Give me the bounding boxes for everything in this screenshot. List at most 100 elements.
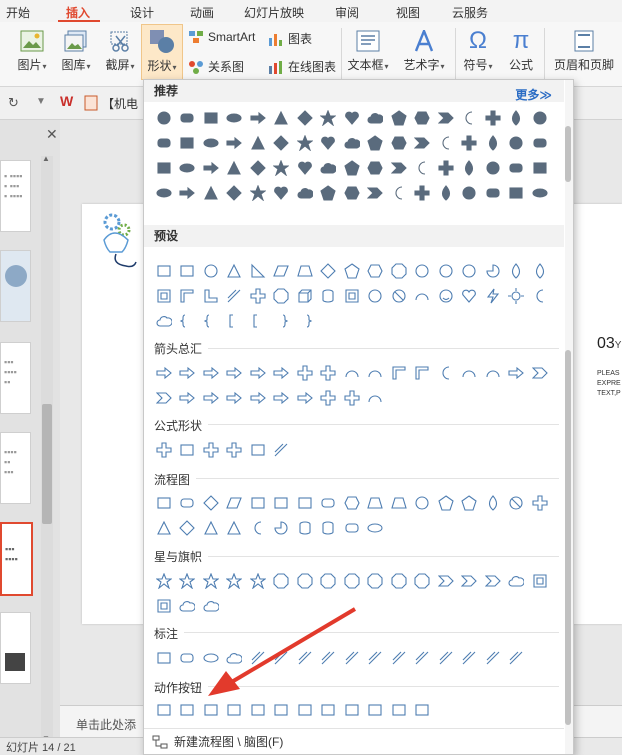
- flowchart-shape-item[interactable]: [246, 490, 270, 515]
- smartart-button[interactable]: SmartArt: [188, 30, 255, 44]
- star-shape-item[interactable]: [176, 593, 200, 618]
- arrow-shape-item[interactable]: [246, 360, 270, 385]
- action-button-item[interactable]: [387, 697, 411, 722]
- recommended-shape-item[interactable]: [317, 180, 341, 205]
- recommended-shape-item[interactable]: [481, 155, 505, 180]
- preset-shape-item[interactable]: [481, 258, 505, 283]
- preset-shape-item[interactable]: [246, 283, 270, 308]
- arrow-shape-item[interactable]: [223, 360, 247, 385]
- tab-home[interactable]: 开始: [6, 4, 30, 21]
- redo-icon[interactable]: ↻: [8, 95, 19, 111]
- preset-shape-item[interactable]: [270, 283, 294, 308]
- tab-animation[interactable]: 动画: [190, 4, 214, 21]
- recommended-shape-item[interactable]: [293, 155, 317, 180]
- flowchart-shape-item[interactable]: [199, 515, 223, 540]
- callout-shape-item[interactable]: [458, 645, 482, 670]
- preset-shape-item[interactable]: [270, 258, 294, 283]
- preset-shape-item[interactable]: [411, 283, 435, 308]
- recommended-shape-item[interactable]: [223, 180, 247, 205]
- flowchart-shape-item[interactable]: [505, 490, 529, 515]
- callout-shape-item[interactable]: [152, 645, 176, 670]
- preset-shape-item[interactable]: [223, 258, 247, 283]
- recommended-shape-item[interactable]: [505, 130, 529, 155]
- arrow-shape-item[interactable]: [458, 360, 482, 385]
- tab-slideshow[interactable]: 幻灯片放映: [244, 4, 304, 21]
- recommended-shape-item[interactable]: [270, 180, 294, 205]
- preset-shape-item[interactable]: [270, 308, 294, 333]
- formula-shape-item[interactable]: [176, 437, 200, 462]
- star-shape-item[interactable]: [505, 568, 529, 593]
- star-shape-item[interactable]: [434, 568, 458, 593]
- arrow-shape-item[interactable]: [317, 360, 341, 385]
- preset-shape-item[interactable]: [340, 258, 364, 283]
- relation-button[interactable]: 关系图: [188, 58, 244, 75]
- preset-shape-item[interactable]: [246, 258, 270, 283]
- recommended-shape-item[interactable]: [223, 105, 247, 130]
- recommended-shape-item[interactable]: [176, 155, 200, 180]
- arrow-shape-item[interactable]: [176, 385, 200, 410]
- recommended-shape-item[interactable]: [246, 130, 270, 155]
- recommended-shape-item[interactable]: [458, 130, 482, 155]
- flowchart-shape-item[interactable]: [223, 515, 247, 540]
- preset-shape-item[interactable]: [199, 308, 223, 333]
- preset-shape-item[interactable]: [505, 283, 529, 308]
- action-button-item[interactable]: [270, 697, 294, 722]
- more-link[interactable]: 更多≫: [515, 84, 552, 106]
- header-footer-button[interactable]: 页眉和页脚: [552, 30, 616, 73]
- star-shape-item[interactable]: [364, 568, 388, 593]
- flowchart-shape-item[interactable]: [246, 515, 270, 540]
- recommended-shape-item[interactable]: [340, 155, 364, 180]
- preset-shape-item[interactable]: [293, 283, 317, 308]
- recommended-shape-item[interactable]: [528, 180, 552, 205]
- arrow-shape-item[interactable]: [434, 360, 458, 385]
- recommended-shape-item[interactable]: [434, 180, 458, 205]
- preset-shape-item[interactable]: [176, 258, 200, 283]
- arrow-shape-item[interactable]: [246, 385, 270, 410]
- recommended-shape-item[interactable]: [317, 130, 341, 155]
- preset-shape-item[interactable]: [505, 258, 529, 283]
- recommended-shape-item[interactable]: [387, 180, 411, 205]
- arrow-shape-item[interactable]: [364, 360, 388, 385]
- flowchart-shape-item[interactable]: [340, 515, 364, 540]
- flowchart-shape-item[interactable]: [364, 490, 388, 515]
- recommended-shape-item[interactable]: [411, 155, 435, 180]
- recommended-shape-item[interactable]: [152, 130, 176, 155]
- star-shape-item[interactable]: [293, 568, 317, 593]
- tab-design[interactable]: 设计: [130, 4, 154, 21]
- preset-shape-item[interactable]: [317, 283, 341, 308]
- flowchart-shape-item[interactable]: [528, 490, 552, 515]
- slide-thumbnail[interactable]: [0, 612, 31, 684]
- recommended-shape-item[interactable]: [481, 180, 505, 205]
- arrow-shape-item[interactable]: [340, 385, 364, 410]
- screenshot-button[interactable]: 截屏▾: [100, 30, 140, 73]
- preset-shape-item[interactable]: [528, 258, 552, 283]
- preset-shape-item[interactable]: [458, 258, 482, 283]
- recommended-shape-item[interactable]: [246, 180, 270, 205]
- flowchart-shape-item[interactable]: [152, 490, 176, 515]
- recommended-shape-item[interactable]: [434, 130, 458, 155]
- panel-scroll-thumb-lower[interactable]: [565, 350, 571, 725]
- tab-cloud[interactable]: 云服务: [452, 4, 488, 21]
- flowchart-shape-item[interactable]: [364, 515, 388, 540]
- flowchart-shape-item[interactable]: [223, 490, 247, 515]
- preset-shape-item[interactable]: [176, 308, 200, 333]
- recommended-shape-item[interactable]: [199, 105, 223, 130]
- arrow-shape-item[interactable]: [270, 360, 294, 385]
- recommended-shape-item[interactable]: [364, 105, 388, 130]
- preset-shape-item[interactable]: [152, 283, 176, 308]
- arrow-shape-item[interactable]: [293, 385, 317, 410]
- arrow-shape-item[interactable]: [152, 360, 176, 385]
- star-shape-item[interactable]: [387, 568, 411, 593]
- arrow-shape-item[interactable]: [176, 360, 200, 385]
- preset-shape-item[interactable]: [317, 258, 341, 283]
- formula-shape-item[interactable]: [270, 437, 294, 462]
- star-shape-item[interactable]: [246, 568, 270, 593]
- flowchart-shape-item[interactable]: [152, 515, 176, 540]
- callout-shape-item[interactable]: [411, 645, 435, 670]
- recommended-shape-item[interactable]: [152, 155, 176, 180]
- flowchart-shape-item[interactable]: [340, 490, 364, 515]
- flowchart-shape-item[interactable]: [434, 490, 458, 515]
- action-button-item[interactable]: [152, 697, 176, 722]
- formula-shape-item[interactable]: [199, 437, 223, 462]
- recommended-shape-item[interactable]: [246, 155, 270, 180]
